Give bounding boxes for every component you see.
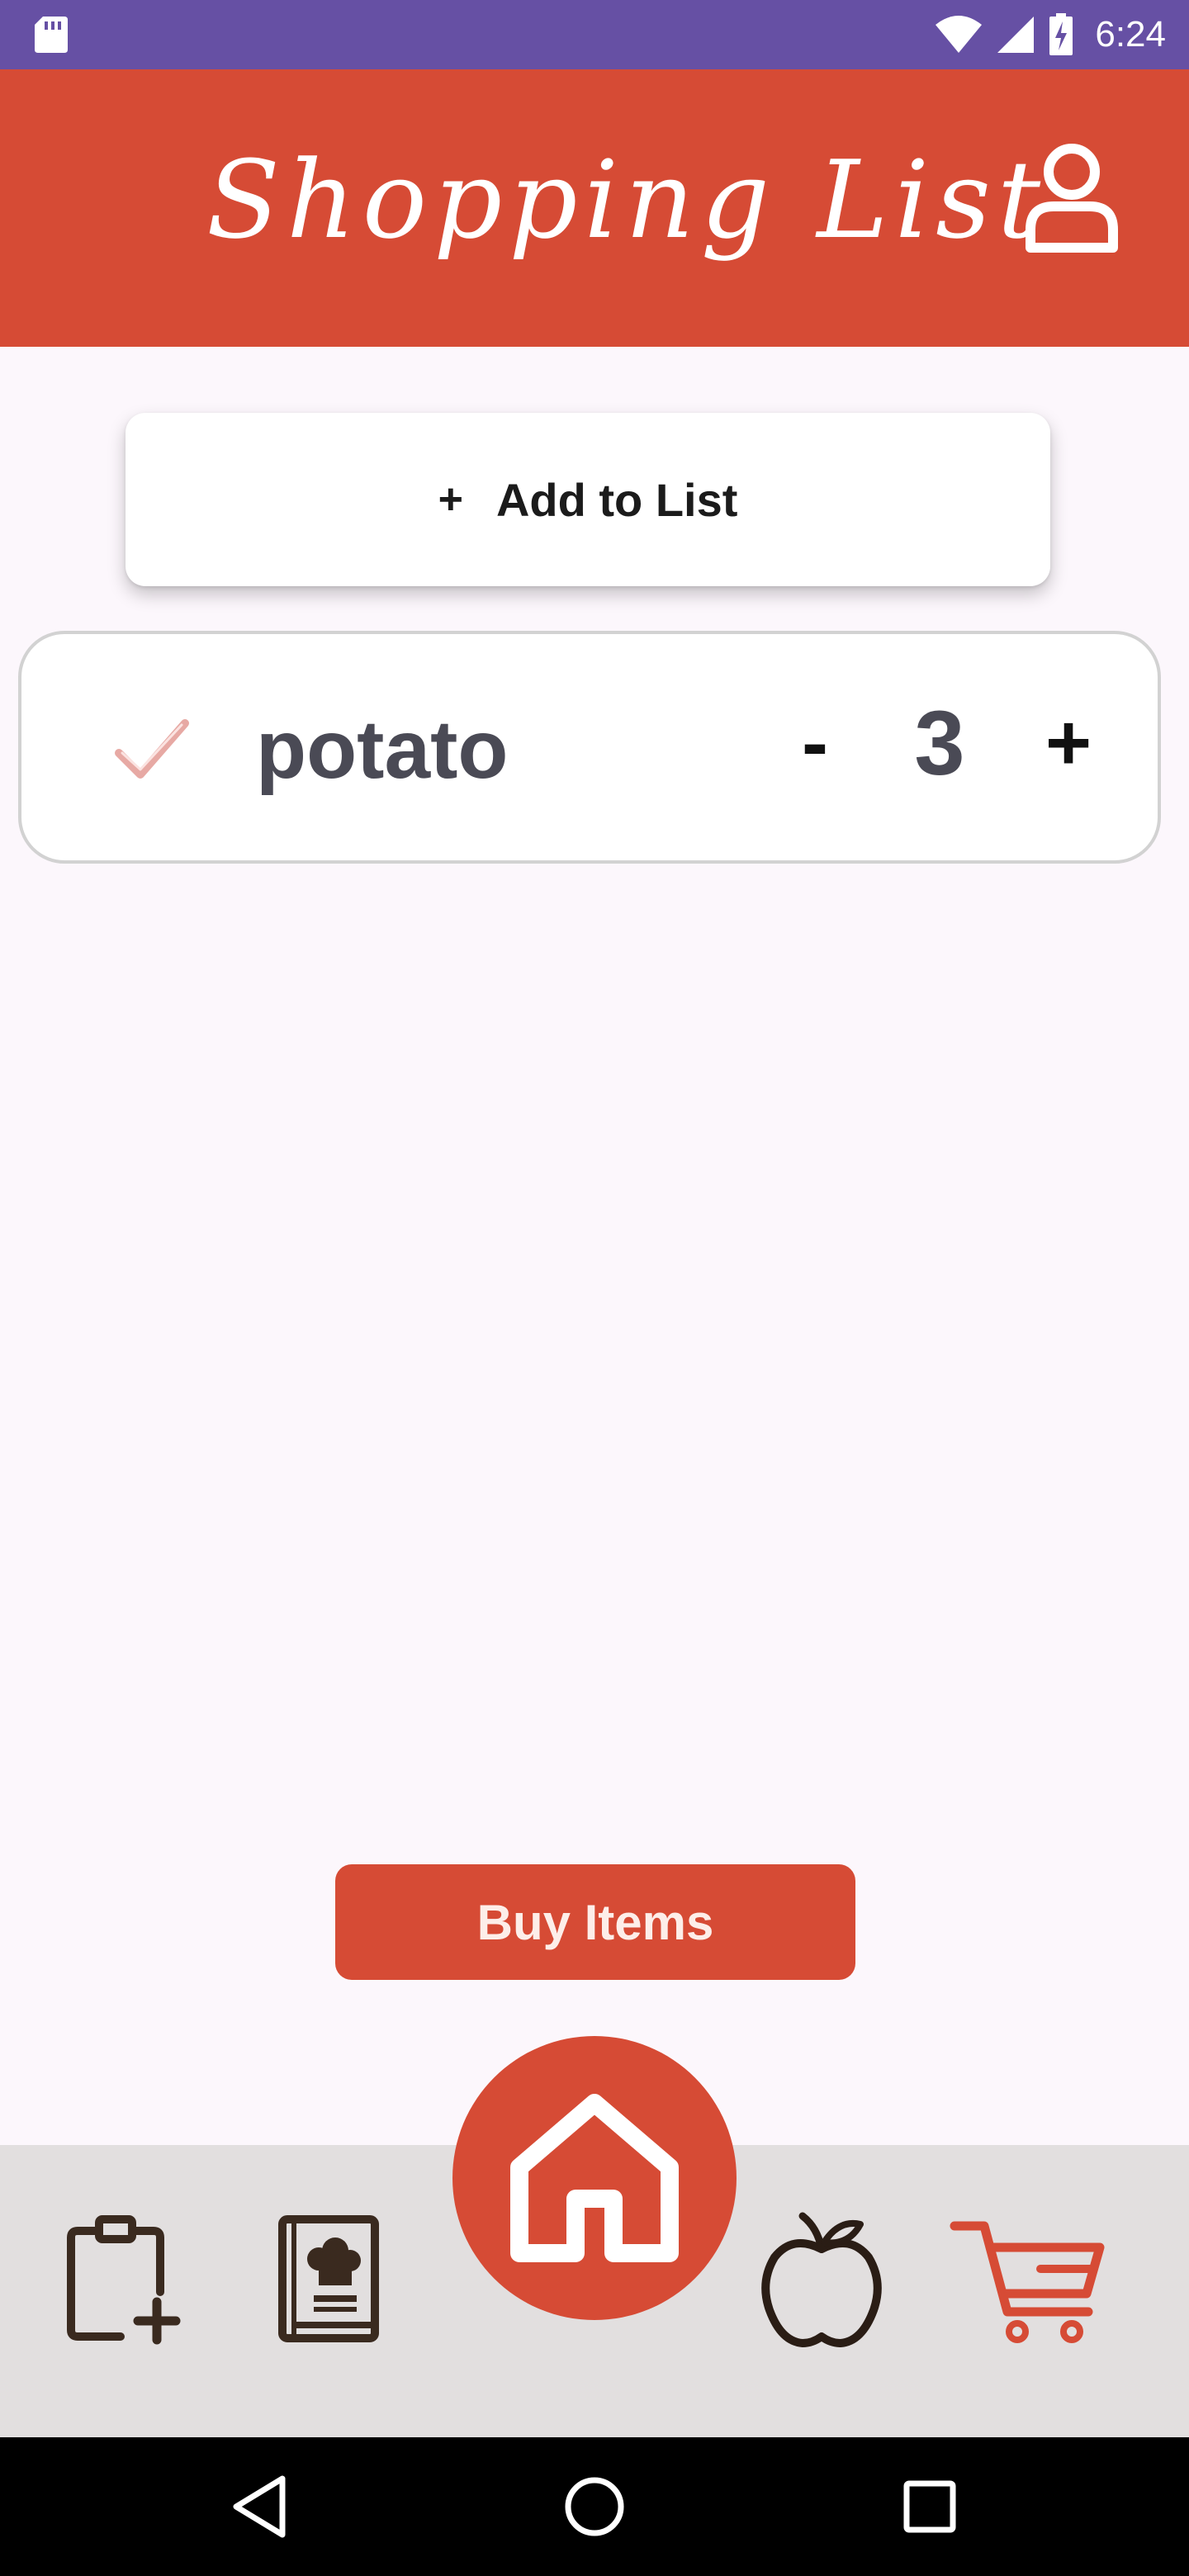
- back-icon[interactable]: [225, 2470, 297, 2543]
- checkmark-icon[interactable]: [114, 717, 190, 783]
- user-icon[interactable]: [1024, 140, 1120, 253]
- status-icons: 6:24: [935, 0, 1166, 69]
- home-button[interactable]: [452, 2036, 737, 2320]
- wifi-icon: [936, 16, 983, 53]
- signal-icon: [997, 17, 1035, 53]
- cart-icon[interactable]: [948, 2214, 1110, 2346]
- home-circle-icon[interactable]: [558, 2470, 631, 2543]
- sd-card-icon: [35, 17, 68, 53]
- plus-icon: +: [438, 476, 463, 523]
- item-name: potato: [256, 703, 509, 796]
- recents-icon[interactable]: [893, 2470, 966, 2543]
- status-time: 6:24: [1095, 14, 1166, 54]
- increment-button[interactable]: +: [1027, 685, 1110, 801]
- recipe-book-icon[interactable]: [276, 2213, 383, 2345]
- buy-items-button[interactable]: Buy Items: [335, 1864, 855, 1980]
- app-bar: Shopping List: [0, 69, 1189, 347]
- decrement-button[interactable]: -: [779, 685, 850, 801]
- apple-icon[interactable]: [760, 2209, 883, 2350]
- add-to-list-button[interactable]: + Add to List: [126, 413, 1050, 586]
- add-to-list-label: Add to List: [495, 473, 738, 526]
- page-title: Shopping List: [206, 137, 1048, 263]
- item-quantity: 3: [914, 692, 965, 794]
- list-item: potato - 3 +: [18, 631, 1161, 864]
- home-icon: [510, 2094, 679, 2262]
- clipboard-add-icon[interactable]: [66, 2213, 182, 2345]
- battery-charging-icon: [1049, 13, 1073, 55]
- status-bar: 6:24: [0, 0, 1189, 69]
